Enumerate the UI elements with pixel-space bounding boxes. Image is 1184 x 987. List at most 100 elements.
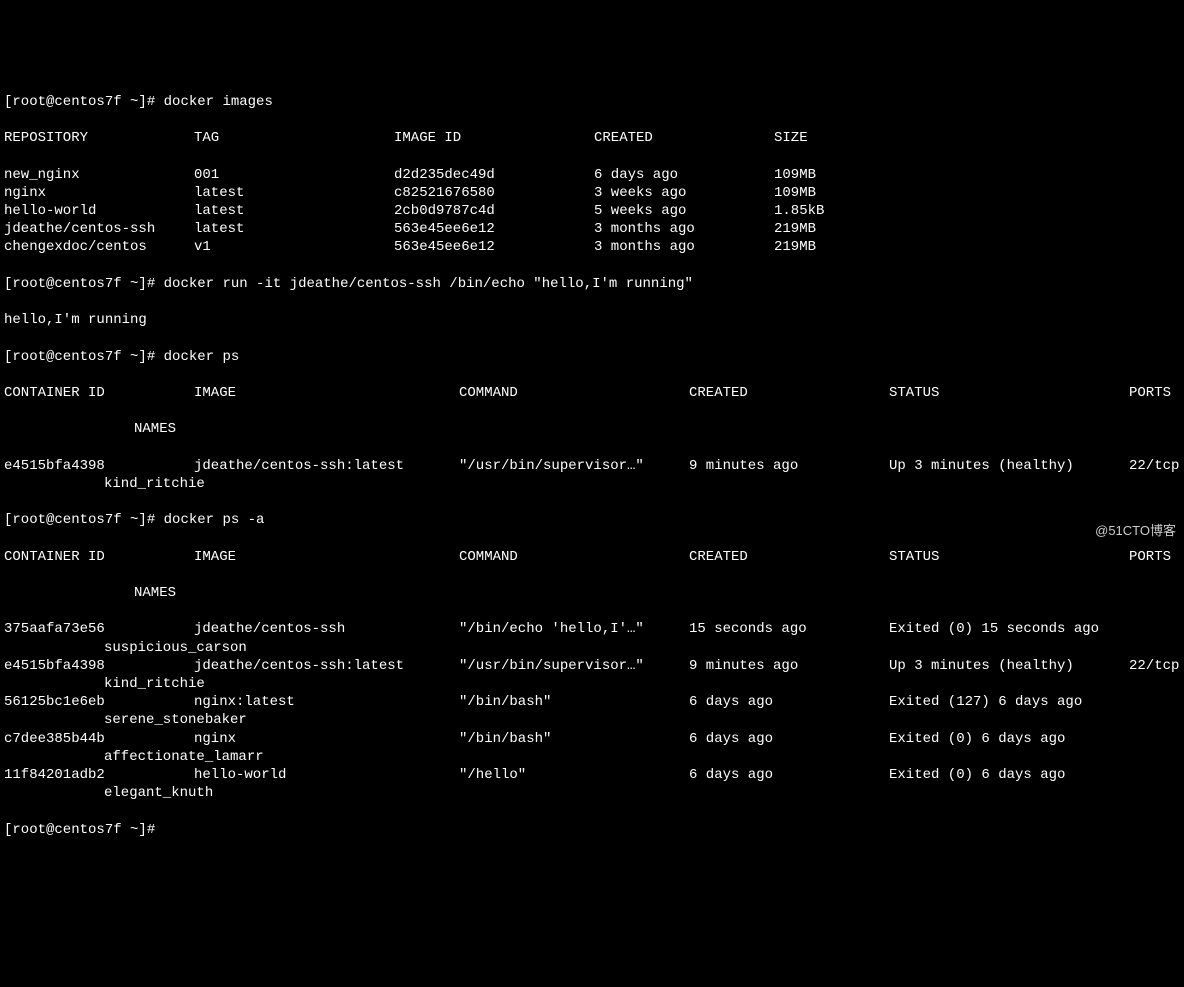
cell-created: 6 days ago bbox=[689, 766, 889, 784]
ps-rows: e4515bfa4398jdeathe/centos-ssh:latest"/u… bbox=[4, 457, 1180, 493]
container-row: c7dee385b44bnginx"/bin/bash"6 days agoEx… bbox=[4, 730, 1180, 748]
cell-status: Up 3 minutes (healthy) bbox=[889, 657, 1129, 675]
container-row: e4515bfa4398jdeathe/centos-ssh:latest"/u… bbox=[4, 457, 1180, 475]
container-row: e4515bfa4398jdeathe/centos-ssh:latest"/u… bbox=[4, 657, 1180, 675]
cell-imageid: c82521676580 bbox=[394, 184, 594, 202]
cell-repo: jdeathe/centos-ssh bbox=[4, 220, 194, 238]
cell-command: "/bin/bash" bbox=[459, 693, 689, 711]
cell-tag: latest bbox=[194, 220, 394, 238]
col-command: COMMAND bbox=[459, 548, 689, 566]
container-row-names: elegant_knuth bbox=[4, 784, 1180, 802]
ps-header-row: CONTAINER IDIMAGECOMMANDCREATEDSTATUSPOR… bbox=[4, 384, 1180, 402]
cell-imageid: d2d235dec49d bbox=[394, 166, 594, 184]
cell-created: 6 days ago bbox=[689, 693, 889, 711]
container-row: 56125bc1e6ebnginx:latest"/bin/bash"6 day… bbox=[4, 693, 1180, 711]
cell-command: "/bin/bash" bbox=[459, 730, 689, 748]
col-cid: CONTAINER ID bbox=[4, 548, 194, 566]
cell-cid: e4515bfa4398 bbox=[4, 657, 194, 675]
cell-tag: 001 bbox=[194, 166, 394, 184]
cell-image: jdeathe/centos-ssh:latest bbox=[194, 457, 459, 475]
cell-tag: latest bbox=[194, 184, 394, 202]
container-row-names: kind_ritchie bbox=[4, 475, 1180, 493]
cell-repo: hello-world bbox=[4, 202, 194, 220]
command-text: docker ps bbox=[164, 349, 240, 365]
terminal-output: [root@centos7f ~]# docker images REPOSIT… bbox=[0, 73, 1184, 860]
cell-created: 3 weeks ago bbox=[594, 184, 774, 202]
psa-rows: 375aafa73e56jdeathe/centos-ssh"/bin/echo… bbox=[4, 620, 1180, 802]
cell-tag: v1 bbox=[194, 238, 394, 256]
col-image: IMAGE bbox=[194, 384, 459, 402]
image-row: jdeathe/centos-sshlatest563e45ee6e123 mo… bbox=[4, 220, 1180, 238]
psa-header-row: CONTAINER IDIMAGECOMMANDCREATEDSTATUSPOR… bbox=[4, 548, 1180, 566]
shell-prompt: [root@centos7f ~]# bbox=[4, 276, 164, 292]
images-header-row: REPOSITORYTAGIMAGE IDCREATEDSIZE bbox=[4, 129, 1180, 147]
cell-created: 9 minutes ago bbox=[689, 657, 889, 675]
container-row-names: affectionate_lamarr bbox=[4, 748, 1180, 766]
col-image: IMAGE bbox=[194, 548, 459, 566]
cell-image: jdeathe/centos-ssh:latest bbox=[194, 657, 459, 675]
cell-names: elegant_knuth bbox=[104, 785, 213, 801]
col-created: CREATED bbox=[594, 129, 774, 147]
cell-names: affectionate_lamarr bbox=[104, 749, 264, 765]
prompt-line-5[interactable]: [root@centos7f ~]# bbox=[4, 820, 1180, 839]
cell-image: nginx:latest bbox=[194, 693, 459, 711]
prompt-line-2[interactable]: [root@centos7f ~]# docker run -it jdeath… bbox=[4, 275, 1180, 293]
col-command: COMMAND bbox=[459, 384, 689, 402]
cell-names: serene_stonebaker bbox=[104, 712, 247, 728]
container-row-names: serene_stonebaker bbox=[4, 711, 1180, 729]
cell-repo: chengexdoc/centos bbox=[4, 238, 194, 256]
col-status: STATUS bbox=[889, 548, 1129, 566]
watermark-text: @51CTO博客 bbox=[1095, 523, 1176, 540]
cell-cid: e4515bfa4398 bbox=[4, 457, 194, 475]
prompt-line-3[interactable]: [root@centos7f ~]# docker ps bbox=[4, 348, 1180, 366]
cell-created: 6 days ago bbox=[594, 166, 774, 184]
col-names: NAMES bbox=[134, 585, 176, 601]
command-text: docker ps -a bbox=[164, 512, 265, 528]
container-row-names: kind_ritchie bbox=[4, 675, 1180, 693]
shell-prompt: [root@centos7f ~]# bbox=[4, 822, 164, 838]
cell-imageid: 563e45ee6e12 bbox=[394, 220, 594, 238]
image-row: chengexdoc/centosv1563e45ee6e123 months … bbox=[4, 238, 1180, 256]
col-created: CREATED bbox=[689, 548, 889, 566]
col-ports: PORTS bbox=[1129, 385, 1171, 401]
shell-prompt: [root@centos7f ~]# bbox=[4, 94, 164, 110]
col-size: SIZE bbox=[774, 130, 808, 146]
cell-cid: 11f84201adb2 bbox=[4, 766, 194, 784]
col-status: STATUS bbox=[889, 384, 1129, 402]
cell-repo: nginx bbox=[4, 184, 194, 202]
cell-tag: latest bbox=[194, 202, 394, 220]
col-created: CREATED bbox=[689, 384, 889, 402]
container-row: 11f84201adb2hello-world"/hello"6 days ag… bbox=[4, 766, 1180, 784]
psa-header-row2: NAMES bbox=[4, 584, 1180, 602]
shell-prompt: [root@centos7f ~]# bbox=[4, 349, 164, 365]
cell-created: 3 months ago bbox=[594, 238, 774, 256]
cell-repo: new_nginx bbox=[4, 166, 194, 184]
col-names: NAMES bbox=[134, 421, 176, 437]
col-ports: PORTS bbox=[1129, 549, 1171, 565]
cell-status: Exited (0) 15 seconds ago bbox=[889, 620, 1129, 638]
cell-created: 15 seconds ago bbox=[689, 620, 889, 638]
cell-size: 219MB bbox=[774, 239, 816, 255]
cell-status: Exited (0) 6 days ago bbox=[889, 766, 1129, 784]
command-text: docker images bbox=[164, 94, 273, 110]
image-row: nginxlatestc825216765803 weeks ago109MB bbox=[4, 184, 1180, 202]
image-row: new_nginx001d2d235dec49d6 days ago109MB bbox=[4, 166, 1180, 184]
cell-names: suspicious_carson bbox=[104, 640, 247, 656]
container-row-names: suspicious_carson bbox=[4, 639, 1180, 657]
prompt-line-4[interactable]: [root@centos7f ~]# docker ps -a bbox=[4, 511, 1180, 529]
prompt-line-1[interactable]: [root@centos7f ~]# docker images bbox=[4, 93, 1180, 111]
cell-created: 5 weeks ago bbox=[594, 202, 774, 220]
cell-imageid: 563e45ee6e12 bbox=[394, 238, 594, 256]
col-imageid: IMAGE ID bbox=[394, 129, 594, 147]
cell-ports: 22/tcp bbox=[1129, 658, 1179, 674]
run-output: hello,I'm running bbox=[4, 311, 1180, 329]
cell-image: nginx bbox=[194, 730, 459, 748]
cell-image: jdeathe/centos-ssh bbox=[194, 620, 459, 638]
cell-cid: 375aafa73e56 bbox=[4, 620, 194, 638]
cell-cid: c7dee385b44b bbox=[4, 730, 194, 748]
cell-status: Exited (127) 6 days ago bbox=[889, 693, 1129, 711]
images-rows: new_nginx001d2d235dec49d6 days ago109MBn… bbox=[4, 166, 1180, 257]
cell-command: "/usr/bin/supervisor…" bbox=[459, 457, 689, 475]
cell-size: 1.85kB bbox=[774, 203, 824, 219]
cell-names: kind_ritchie bbox=[104, 676, 205, 692]
